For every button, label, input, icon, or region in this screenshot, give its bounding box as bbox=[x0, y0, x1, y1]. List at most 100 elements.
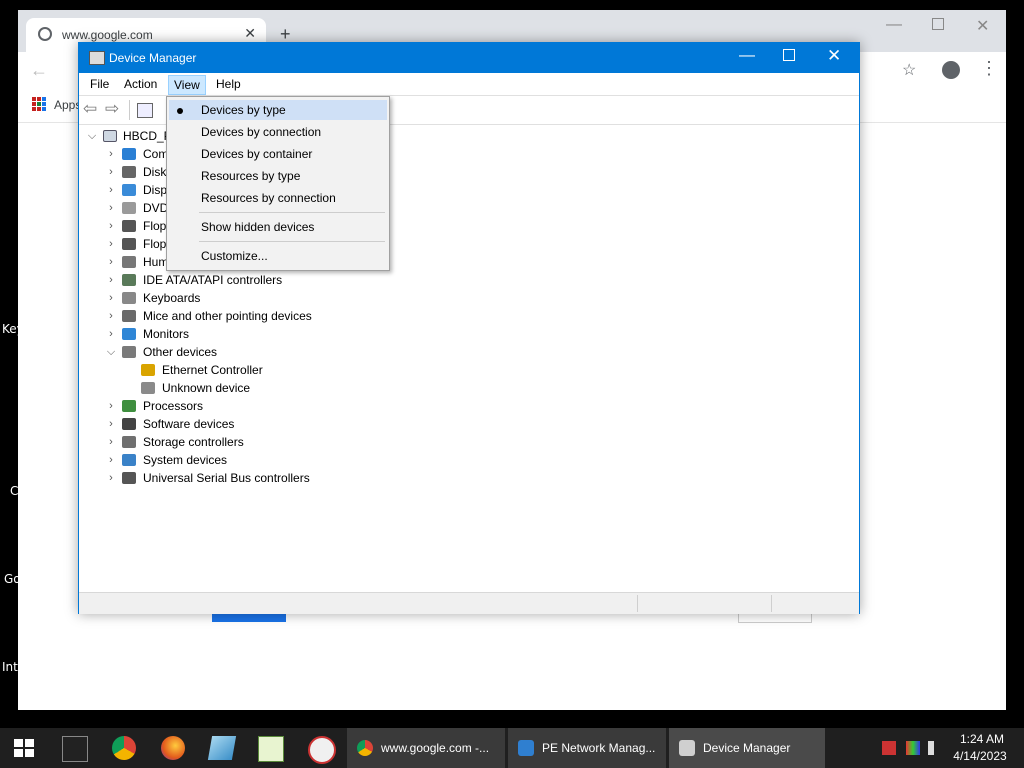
tree-category-label: Mice and other pointing devices bbox=[143, 309, 312, 323]
menu-file[interactable]: File bbox=[90, 77, 109, 91]
clock-date[interactable]: 4/14/2023 bbox=[950, 749, 1010, 763]
view-resources-by-connection[interactable]: Resources by connection bbox=[201, 191, 336, 205]
terminal-icon[interactable] bbox=[62, 736, 88, 762]
device-category-icon bbox=[122, 148, 136, 160]
firefox-icon[interactable] bbox=[161, 736, 185, 760]
network-tray-icon[interactable] bbox=[882, 741, 896, 755]
chevron-right-icon[interactable]: › bbox=[106, 289, 116, 307]
tree-category[interactable]: › Universal Serial Bus controllers bbox=[79, 469, 679, 487]
task-device-manager[interactable]: Device Manager bbox=[669, 728, 825, 768]
kebab-menu-icon[interactable]: ⋮ bbox=[980, 58, 998, 79]
chevron-right-icon[interactable]: › bbox=[106, 145, 116, 163]
title-bar[interactable]: Device Manager — ✕ bbox=[79, 43, 859, 73]
device-category-icon bbox=[122, 310, 136, 322]
tree-category-label: Processors bbox=[143, 399, 204, 413]
properties-icon[interactable] bbox=[137, 103, 153, 118]
chrome-tab-title: www.google.com bbox=[62, 28, 153, 42]
tool-icon[interactable] bbox=[308, 736, 336, 764]
chevron-right-icon[interactable]: › bbox=[106, 397, 116, 415]
tree-category[interactable]: › Monitors bbox=[79, 325, 679, 343]
menu-view[interactable]: View bbox=[168, 75, 206, 95]
task-pe-network[interactable]: PE Network Manag... bbox=[508, 728, 666, 768]
status-bar bbox=[79, 592, 859, 614]
radio-bullet-icon bbox=[177, 108, 183, 114]
tree-category[interactable]: › Processors bbox=[79, 397, 679, 415]
menu-separator bbox=[199, 241, 385, 242]
star-icon[interactable]: ☆ bbox=[902, 60, 916, 80]
globe-icon bbox=[38, 27, 52, 41]
chevron-right-icon[interactable]: › bbox=[106, 217, 116, 235]
chevron-right-icon[interactable]: › bbox=[106, 163, 116, 181]
tree-category-label: DVD bbox=[143, 201, 169, 215]
device-category-icon bbox=[122, 454, 136, 466]
chevron-right-icon[interactable]: › bbox=[106, 415, 116, 433]
windows-start-icon[interactable] bbox=[14, 739, 34, 757]
chevron-right-icon[interactable]: › bbox=[106, 271, 116, 289]
view-resources-by-type[interactable]: Resources by type bbox=[201, 169, 300, 183]
chrome-icon bbox=[357, 740, 373, 756]
notes-icon[interactable] bbox=[207, 736, 237, 760]
tree-category[interactable]: ⌵ Other devices bbox=[79, 343, 679, 361]
chevron-right-icon[interactable]: › bbox=[106, 451, 116, 469]
view-devices-by-connection[interactable]: Devices by connection bbox=[201, 125, 321, 139]
chevron-down-icon[interactable]: ⌵ bbox=[106, 343, 116, 361]
volume-muted-icon[interactable] bbox=[928, 741, 948, 755]
task-label: Device Manager bbox=[703, 741, 791, 755]
close-icon[interactable]: ✕ bbox=[827, 46, 841, 66]
chevron-down-icon[interactable]: ⌵ bbox=[87, 127, 97, 145]
clock-time[interactable]: 1:24 AM bbox=[954, 732, 1010, 746]
tree-category-label: Storage controllers bbox=[143, 435, 244, 449]
chevron-right-icon[interactable]: › bbox=[106, 469, 116, 487]
chevron-right-icon[interactable]: › bbox=[106, 307, 116, 325]
device-category-icon bbox=[122, 238, 136, 250]
tree-category-label: Disp bbox=[143, 183, 168, 197]
maximize-icon[interactable] bbox=[783, 49, 795, 61]
tree-category[interactable]: › Software devices bbox=[79, 415, 679, 433]
device-category-icon bbox=[122, 274, 136, 286]
menu-help[interactable]: Help bbox=[216, 77, 241, 91]
tree-device[interactable]: Unknown device bbox=[79, 379, 679, 397]
tree-category-label: Other devices bbox=[143, 345, 218, 359]
tree-category-label: Flop bbox=[143, 237, 167, 251]
tree-device-label: Unknown device bbox=[162, 381, 251, 395]
chevron-right-icon[interactable]: › bbox=[106, 235, 116, 253]
tree-category-label: Hum bbox=[143, 255, 169, 269]
device-category-icon bbox=[122, 400, 136, 412]
view-show-hidden-devices[interactable]: Show hidden devices bbox=[201, 220, 314, 234]
status-divider bbox=[637, 595, 638, 612]
minimize-icon[interactable]: — bbox=[739, 47, 755, 65]
profile-icon[interactable] bbox=[942, 61, 960, 79]
view-devices-by-container[interactable]: Devices by container bbox=[201, 147, 312, 161]
device-category-icon bbox=[122, 202, 136, 214]
view-customize[interactable]: Customize... bbox=[201, 249, 268, 263]
chevron-right-icon[interactable]: › bbox=[106, 181, 116, 199]
menu-action[interactable]: Action bbox=[124, 77, 157, 91]
tree-device[interactable]: Ethernet Controller bbox=[79, 361, 679, 379]
close-tab-icon[interactable]: ✕ bbox=[244, 25, 256, 42]
tree-category[interactable]: › Keyboards bbox=[79, 289, 679, 307]
forward-arrow-icon[interactable]: ⇨ bbox=[105, 99, 119, 119]
chevron-right-icon[interactable]: › bbox=[106, 199, 116, 217]
computer-icon bbox=[103, 130, 117, 142]
chevron-right-icon[interactable]: › bbox=[106, 433, 116, 451]
task-chrome[interactable]: www.google.com -... bbox=[347, 728, 505, 768]
tree-category[interactable]: › IDE ATA/ATAPI controllers bbox=[79, 271, 679, 289]
tree-category[interactable]: › Mice and other pointing devices bbox=[79, 307, 679, 325]
chevron-right-icon[interactable]: › bbox=[106, 325, 116, 343]
color-tray-icon[interactable] bbox=[906, 741, 920, 755]
chevron-right-icon[interactable]: › bbox=[106, 253, 116, 271]
back-arrow-icon[interactable]: ← bbox=[30, 60, 48, 81]
minimize-icon[interactable]: — bbox=[886, 16, 902, 34]
view-devices-by-type[interactable]: Devices by type bbox=[201, 103, 286, 117]
device-category-icon bbox=[122, 328, 136, 340]
chrome-icon[interactable] bbox=[112, 736, 136, 760]
spreadsheet-icon[interactable] bbox=[258, 736, 284, 762]
device-category-icon bbox=[122, 220, 136, 232]
tree-category[interactable]: › Storage controllers bbox=[79, 433, 679, 451]
back-arrow-icon[interactable]: ⇦ bbox=[83, 99, 97, 119]
maximize-icon[interactable] bbox=[932, 18, 944, 30]
tree-category[interactable]: › System devices bbox=[79, 451, 679, 469]
apps-grid-icon[interactable] bbox=[32, 97, 46, 111]
status-divider bbox=[771, 595, 772, 612]
close-icon[interactable]: ✕ bbox=[976, 16, 989, 36]
